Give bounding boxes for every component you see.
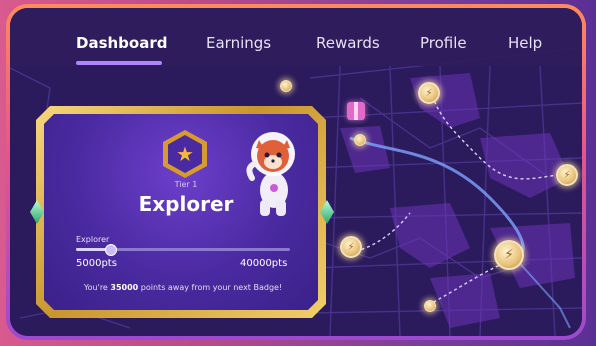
tier-number-label: Tier 1 bbox=[174, 180, 198, 189]
app-screen: Dashboard Earnings Rewards Profile Help … bbox=[10, 8, 582, 336]
map-pin-large-coin-icon[interactable]: ⚡ bbox=[494, 240, 524, 270]
fox-astronaut-mascot-icon bbox=[246, 132, 295, 216]
gift-icon[interactable] bbox=[347, 102, 365, 120]
map-pin-coin-icon[interactable]: ⚡ bbox=[418, 82, 440, 104]
nav-profile[interactable]: Profile bbox=[420, 34, 467, 52]
tier-name-title: Explorer bbox=[138, 192, 234, 216]
map-pin-small-icon[interactable] bbox=[424, 300, 436, 312]
map-pin-coin-icon[interactable]: ⚡ bbox=[556, 164, 578, 186]
progress-min-points: 5000pts bbox=[76, 258, 117, 269]
progress-label: Explorer bbox=[76, 235, 110, 244]
star-icon: ★ bbox=[168, 135, 202, 173]
map-pin-coin-icon[interactable]: ⚡ bbox=[340, 236, 362, 258]
nav-dashboard[interactable]: Dashboard bbox=[76, 34, 167, 52]
progress-max-points: 40000pts bbox=[240, 258, 288, 269]
nav-rewards[interactable]: Rewards bbox=[316, 34, 380, 52]
active-tab-indicator bbox=[76, 61, 162, 65]
top-nav: Dashboard Earnings Rewards Profile Help bbox=[10, 8, 582, 66]
map-pin-small-icon[interactable] bbox=[280, 80, 292, 92]
nav-earnings[interactable]: Earnings bbox=[206, 34, 271, 52]
map-pin-small-icon[interactable] bbox=[354, 134, 366, 146]
next-badge-suffix: points away from your next Badge! bbox=[138, 283, 283, 292]
points-remaining: 35000 bbox=[110, 283, 139, 292]
progress-knob bbox=[105, 244, 117, 256]
next-badge-prefix: You're bbox=[83, 283, 111, 292]
nav-help[interactable]: Help bbox=[508, 34, 542, 52]
next-badge-message: You're 35000 points away from your next … bbox=[76, 283, 290, 292]
